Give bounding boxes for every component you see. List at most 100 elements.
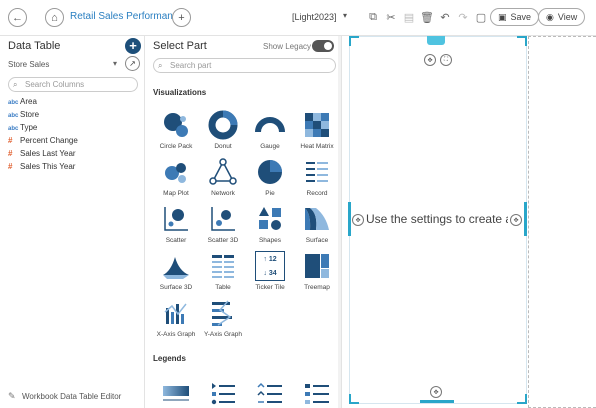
part-tile-surface-3d[interactable]: Surface 3D [153,247,199,293]
column-item-sales-last-year[interactable]: # Sales Last Year [8,148,76,160]
paste-icon[interactable]: ▤ [402,9,416,25]
part-tile-surface[interactable]: Surface [294,200,340,246]
external-link-icon: ↗ [129,59,136,68]
column-item-store[interactable]: abc Store [8,109,39,121]
part-tile-table[interactable]: Table [200,247,246,293]
trash-icon[interactable]: 🗑 [420,9,434,25]
scatter-icon [164,207,188,231]
add-part-left-button[interactable]: ✥ [352,214,364,226]
column-item-sales-this-year[interactable]: # Sales This Year [8,161,75,173]
column-item-percent-change[interactable]: # Percent Change [8,135,78,147]
column-name: Sales This Year [20,162,76,171]
cut-icon[interactable]: ✂ [384,9,398,25]
search-icon: ⌕ [13,80,18,89]
add-dashboard-button[interactable]: + [172,8,191,27]
column-item-type[interactable]: abc Type [8,122,37,134]
search-columns-input[interactable]: ⌕ Search Columns [8,77,138,92]
part-tile-scatter[interactable]: Scatter [153,200,199,246]
resize-corner-top-left[interactable] [349,36,359,46]
resize-handle-right[interactable] [524,202,527,236]
map-plot-icon [165,163,186,183]
maximize-part-button[interactable]: ⛶ [440,54,452,66]
part-tile-legend-color-range[interactable] [153,374,199,408]
part-tile-treemap[interactable]: Treemap [294,247,340,293]
network-icon [209,158,237,185]
parts-scrollbar[interactable] [338,36,341,408]
home-icon: ⌂ [51,11,58,24]
part-tile-network[interactable]: Network [200,153,246,199]
move-icon: ✥ [427,57,433,64]
part-tile-map-plot[interactable]: Map Plot [153,153,199,199]
part-label: Table [215,284,231,291]
chevron-down-icon[interactable]: ▾ [113,59,117,68]
move-part-button[interactable]: ✥ [424,54,436,66]
part-tile-legend-line[interactable] [247,374,293,408]
part-tile-scatter-3d[interactable]: Scatter 3D [200,200,246,246]
resize-handle-bottom[interactable] [420,400,454,403]
column-name: Store [20,110,40,119]
resize-corner-bottom-right[interactable] [517,394,527,404]
part-tile-x-axis-graph[interactable]: X-Axis Graph [153,294,199,340]
workbook-data-table-editor-link[interactable]: Workbook Data Table Editor [22,392,121,401]
part-tile-legend-shape[interactable] [200,374,246,408]
part-tile-ticker-tile[interactable]: ↑ 12 ↓ 34 Ticker Tile [247,247,293,293]
part-tile-y-axis-graph[interactable]: Y-Axis Graph [200,294,246,340]
dashboard-title[interactable]: Retail Sales Performance [70,11,183,22]
part-label: Surface [305,237,329,244]
part-tile-circle-pack[interactable]: Circle Pack [153,106,199,152]
part-label: Gauge [260,143,280,150]
part-tile-gauge[interactable]: Gauge [247,106,293,152]
part-label: Scatter 3D [207,237,239,244]
table-icon [212,255,234,278]
column-item-area[interactable]: abc Area [8,96,37,108]
edit-icon[interactable]: ✎ [8,391,16,402]
undo-icon[interactable]: ↶ [438,9,452,25]
copy-icon[interactable]: ⧉ [366,9,380,25]
donut-icon [208,110,238,140]
column-name: Type [20,123,38,132]
home-button[interactable]: ⌂ [45,8,64,27]
show-legacy-label: Show Legacy [263,42,312,51]
resize-corner-top-right[interactable] [517,36,527,46]
add-part-below-button[interactable]: ✥ [430,386,442,398]
number-type-icon: # [8,149,13,158]
legend-color-icon [305,384,329,404]
part-tile-legend-color[interactable] [294,374,340,408]
back-button[interactable]: ← [8,8,27,27]
save-button[interactable]: ▣ Save [490,8,540,26]
dashboard-canvas[interactable]: ✥ ⛶ ✥ ✥ Use the settings to create a par… [342,36,596,408]
search-part-placeholder: Search part [170,61,212,70]
legend-shape-icon [211,383,235,405]
top-toolbar: ← ⌂ Retail Sales Performance + [Light202… [0,0,596,36]
resize-corner-bottom-left[interactable] [349,394,359,404]
legends-heading: Legends [153,354,186,363]
part-label: Ticker Tile [255,284,285,291]
chevron-down-icon[interactable]: ▾ [343,11,347,20]
add-part-right-button[interactable]: ✥ [510,214,522,226]
ticker-up-value: ↑ 12 [263,255,277,263]
theme-selector[interactable]: [Light2023] [292,12,337,22]
open-data-source-button[interactable]: ↗ [125,56,140,71]
data-source-select[interactable]: Store Sales [8,60,49,69]
empty-part-message: Use the settings to create a part [366,212,508,226]
arrow-left-icon: ← [12,11,23,24]
part-tile-donut[interactable]: Donut [200,106,246,152]
data-table-panel: Data Table + Store Sales ▾ ↗ ⌕ Search Co… [0,36,145,408]
search-part-input[interactable]: ⌕ Search part [153,58,336,73]
heat-matrix-icon [305,113,329,137]
resize-handle-left[interactable] [348,202,351,236]
part-label: Donut [214,143,232,150]
part-tile-heat-matrix[interactable]: Heat Matrix [294,106,340,152]
add-data-table-button[interactable]: + [125,38,141,54]
part-tile-shapes[interactable]: Shapes [247,200,293,246]
part-tile-record[interactable]: Record [294,153,340,199]
part-tile-pie[interactable]: Pie [247,153,293,199]
move-icon: ✥ [433,389,439,396]
part-drag-handle[interactable] [427,36,445,45]
redo-icon[interactable]: ↷ [456,9,470,25]
ticker-down-value: ↓ 34 [263,269,277,277]
comment-icon[interactable]: ▢ [474,9,488,25]
view-button[interactable]: ◉ View [538,8,586,26]
number-type-icon: # [8,136,13,145]
show-legacy-toggle[interactable] [312,40,334,52]
